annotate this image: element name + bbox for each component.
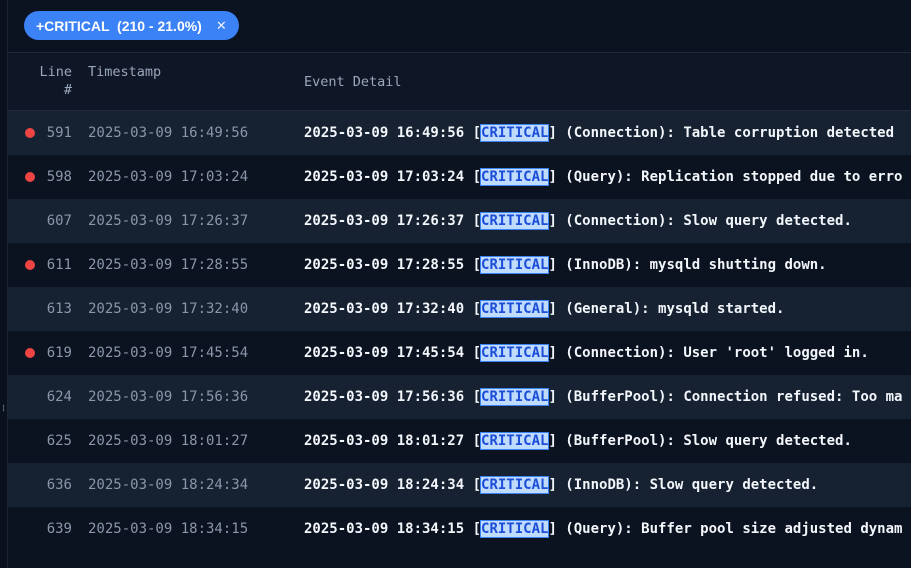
- event-detail-cell: 2025-03-09 18:34:15 [CRITICAL] (Query): …: [304, 507, 902, 551]
- event-detail-cell: 2025-03-09 17:45:54 [CRITICAL] (Connecti…: [304, 331, 869, 375]
- search-highlight: CRITICAL: [480, 344, 550, 362]
- table-row[interactable]: 598 2025-03-09 17:03:24 2025-03-09 17:03:2…: [8, 155, 911, 199]
- line-number: 611: [46, 257, 72, 273]
- event-detail-cell: 2025-03-09 17:03:24 [CRITICAL] (Query): …: [304, 155, 902, 199]
- event-detail-prefix: 2025-03-09 17:32:40 [: [304, 301, 482, 317]
- line-number: 624: [46, 389, 72, 405]
- event-detail-cell: 2025-03-09 17:26:37 [CRITICAL] (Connecti…: [304, 199, 852, 243]
- line-number: 639: [46, 521, 72, 537]
- search-highlight: CRITICAL: [480, 212, 550, 230]
- search-highlight: CRITICAL: [480, 520, 550, 538]
- close-icon[interactable]: ✕: [216, 18, 227, 34]
- resize-handle-icon[interactable]: ⁞: [1, 402, 6, 416]
- search-highlight: CRITICAL: [480, 300, 550, 318]
- log-viewer: ⁞ +CRITICAL (210 - 21.0%) ✕ Line # Times…: [0, 0, 911, 568]
- column-header-timestamp[interactable]: Timestamp: [88, 63, 161, 81]
- timestamp-cell: 2025-03-09 17:03:24: [88, 169, 249, 185]
- search-highlight: CRITICAL: [480, 388, 550, 406]
- timestamp-cell: 2025-03-09 18:24:34: [88, 477, 249, 493]
- event-detail-cell: 2025-03-09 17:56:36 [CRITICAL] (BufferPo…: [304, 375, 902, 419]
- table-row[interactable]: 624 2025-03-09 17:56:36 2025-03-09 17:56:3…: [8, 375, 911, 419]
- event-detail-message: ] (Connection): User 'root' logged in.: [548, 345, 869, 361]
- timestamp-cell: 2025-03-09 18:01:27: [88, 433, 249, 449]
- line-number: 591: [46, 125, 72, 141]
- event-detail-message: ] (InnoDB): Slow query detected.: [548, 477, 819, 493]
- event-detail-prefix: 2025-03-09 17:56:36 [: [304, 389, 482, 405]
- line-number: 598: [46, 169, 72, 185]
- event-detail-prefix: 2025-03-09 17:45:54 [: [304, 345, 482, 361]
- log-table-body: 591 2025-03-09 16:49:56 2025-03-09 16:49:5…: [8, 111, 911, 551]
- event-detail-prefix: 2025-03-09 17:03:24 [: [304, 169, 482, 185]
- line-number: 607: [46, 213, 72, 229]
- column-header-event-detail[interactable]: Event Detail: [304, 73, 402, 91]
- event-detail-prefix: 2025-03-09 16:49:56 [: [304, 125, 482, 141]
- event-detail-message: ] (Connection): Slow query detected.: [548, 213, 852, 229]
- line-number: 625: [46, 433, 72, 449]
- event-detail-message: ] (InnoDB): mysqld shutting down.: [548, 257, 827, 273]
- event-detail-cell: 2025-03-09 18:01:27 [CRITICAL] (BufferPo…: [304, 419, 852, 463]
- event-detail-prefix: 2025-03-09 17:26:37 [: [304, 213, 482, 229]
- search-highlight: CRITICAL: [480, 168, 550, 186]
- search-highlight: CRITICAL: [480, 256, 550, 274]
- filter-chip-critical[interactable]: +CRITICAL (210 - 21.0%) ✕: [24, 11, 239, 40]
- table-row[interactable]: 619 2025-03-09 17:45:54 2025-03-09 17:45:5…: [8, 331, 911, 375]
- event-detail-prefix: 2025-03-09 18:01:27 [: [304, 433, 482, 449]
- line-number: 613: [46, 301, 72, 317]
- table-row[interactable]: 636 2025-03-09 18:24:34 2025-03-09 18:24:3…: [8, 463, 911, 507]
- table-row[interactable]: 591 2025-03-09 16:49:56 2025-03-09 16:49:5…: [8, 111, 911, 155]
- timestamp-cell: 2025-03-09 17:56:36: [88, 389, 249, 405]
- event-detail-message: ] (General): mysqld started.: [548, 301, 785, 317]
- timestamp-cell: 2025-03-09 17:28:55: [88, 257, 249, 273]
- timestamp-cell: 2025-03-09 17:45:54: [88, 345, 249, 361]
- table-row[interactable]: 639 2025-03-09 18:34:15 2025-03-09 18:34:1…: [8, 507, 911, 551]
- table-row[interactable]: 625 2025-03-09 18:01:27 2025-03-09 18:01:2…: [8, 419, 911, 463]
- event-detail-message: ] (BufferPool): Connection refused: Too …: [548, 389, 903, 405]
- line-number: 636: [46, 477, 72, 493]
- event-detail-cell: 2025-03-09 16:49:56 [CRITICAL] (Connecti…: [304, 111, 894, 155]
- event-detail-cell: 2025-03-09 18:24:34 [CRITICAL] (InnoDB):…: [304, 463, 818, 507]
- timestamp-cell: 2025-03-09 18:34:15: [88, 521, 249, 537]
- search-highlight: CRITICAL: [480, 124, 550, 142]
- left-rail: ⁞: [0, 0, 8, 568]
- event-detail-prefix: 2025-03-09 17:28:55 [: [304, 257, 482, 273]
- search-highlight: CRITICAL: [480, 476, 550, 494]
- timestamp-cell: 2025-03-09 16:49:56: [88, 125, 249, 141]
- event-detail-message: ] (Connection): Table corruption detecte…: [548, 125, 895, 141]
- event-detail-prefix: 2025-03-09 18:24:34 [: [304, 477, 482, 493]
- timestamp-cell: 2025-03-09 17:26:37: [88, 213, 249, 229]
- line-number: 619: [46, 345, 72, 361]
- search-highlight: CRITICAL: [480, 432, 550, 450]
- column-header-line[interactable]: Line #: [8, 63, 72, 99]
- event-detail-message: ] (Query): Buffer pool size adjusted dyn…: [548, 521, 903, 537]
- event-detail-message: ] (Query): Replication stopped due to er…: [548, 169, 903, 185]
- event-detail-cell: 2025-03-09 17:32:40 [CRITICAL] (General)…: [304, 287, 784, 331]
- table-row[interactable]: 607 2025-03-09 17:26:37 2025-03-09 17:26:3…: [8, 199, 911, 243]
- filter-bar: +CRITICAL (210 - 21.0%) ✕: [8, 0, 911, 53]
- event-detail-cell: 2025-03-09 17:28:55 [CRITICAL] (InnoDB):…: [304, 243, 827, 287]
- table-header: Line # Timestamp Event Detail: [8, 53, 911, 111]
- table-row[interactable]: 613 2025-03-09 17:32:40 2025-03-09 17:32:4…: [8, 287, 911, 331]
- event-detail-message: ] (BufferPool): Slow query detected.: [548, 433, 852, 449]
- timestamp-cell: 2025-03-09 17:32:40: [88, 301, 249, 317]
- filter-chip-label: +CRITICAL (210 - 21.0%): [36, 17, 202, 34]
- event-detail-prefix: 2025-03-09 18:34:15 [: [304, 521, 482, 537]
- table-row[interactable]: 611 2025-03-09 17:28:55 2025-03-09 17:28:5…: [8, 243, 911, 287]
